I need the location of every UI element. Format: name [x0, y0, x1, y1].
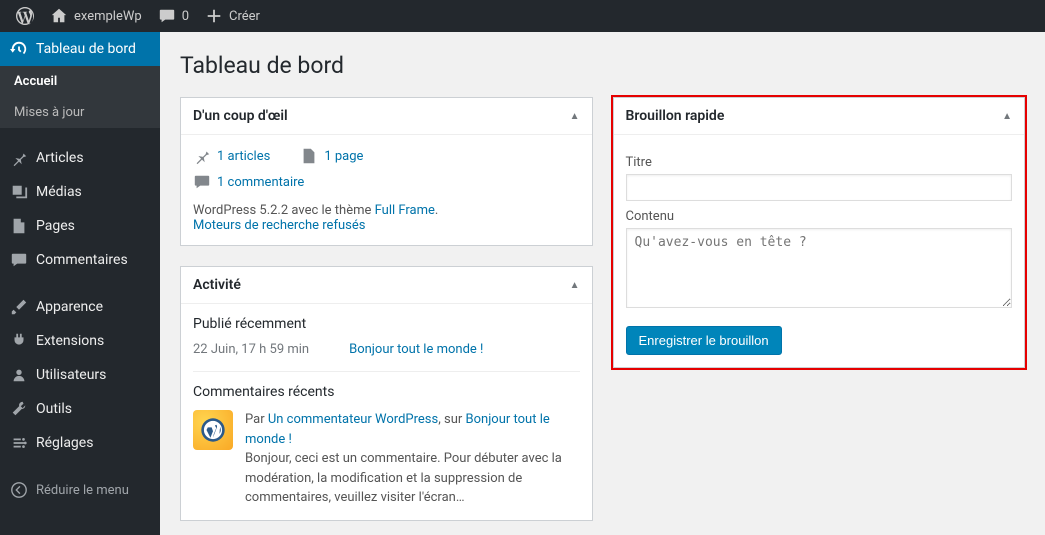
draft-content-label: Contenu: [626, 209, 1013, 224]
avatar: [193, 410, 233, 450]
comments-link[interactable]: 0: [150, 0, 197, 32]
comment-author[interactable]: Un commentateur WordPress: [268, 412, 438, 427]
sidebar-item-updates[interactable]: Mises à jour: [0, 97, 160, 128]
comment-icon: [10, 251, 28, 269]
brush-icon: [10, 298, 28, 316]
sidebar-item-tools[interactable]: Outils: [0, 392, 160, 426]
main-content: Tableau de bord D'un coup d'œil ▲ 1 arti…: [160, 32, 1045, 535]
site-link[interactable]: exempleWp: [42, 0, 150, 32]
draft-content-input[interactable]: [626, 228, 1013, 308]
glance-posts-link[interactable]: 1 articles: [217, 149, 270, 164]
plus-icon: [205, 7, 223, 25]
comments-count: 0: [182, 9, 189, 24]
draft-title-input[interactable]: [626, 174, 1013, 201]
plugin-icon: [10, 332, 28, 350]
save-draft-button[interactable]: Enregistrer le brouillon: [626, 326, 782, 355]
widget-glance: D'un coup d'œil ▲ 1 articles 1 page: [180, 97, 593, 246]
sidebar-item-comments[interactable]: Commentaires: [0, 243, 160, 277]
activity-recent-date: 22 Juin, 17 h 59 min: [193, 342, 309, 357]
comment-item: Par Un commentateur WordPress, sur Bonjo…: [193, 410, 580, 508]
activity-recent-post[interactable]: Bonjour tout le monde !: [349, 342, 483, 357]
comment-text: Bonjour, ceci est un commentaire. Pour d…: [245, 451, 562, 505]
admin-toolbar: exempleWp 0 Créer: [0, 0, 1045, 32]
pin-icon: [10, 149, 28, 167]
theme-link[interactable]: Full Frame: [375, 203, 435, 218]
glance-pages-link[interactable]: 1 page: [324, 149, 363, 164]
page-icon: [300, 147, 318, 165]
site-name: exempleWp: [74, 9, 142, 24]
widget-activity: Activité ▲ Publié récemment 22 Juin, 17 …: [180, 266, 593, 521]
page-title: Tableau de bord: [180, 52, 1025, 79]
toggle-icon[interactable]: ▲: [570, 111, 580, 122]
comment-icon: [158, 7, 176, 25]
widget-activity-header[interactable]: Activité ▲: [181, 267, 592, 304]
comment-icon: [193, 173, 211, 191]
wordpress-icon: [200, 417, 226, 443]
page-icon: [10, 217, 28, 235]
toggle-icon[interactable]: ▲: [1002, 111, 1012, 122]
media-icon: [10, 183, 28, 201]
tools-icon: [10, 400, 28, 418]
activity-recent-title: Publié récemment: [193, 316, 580, 332]
wp-logo[interactable]: [8, 0, 42, 32]
sidebar-item-appearance[interactable]: Apparence: [0, 290, 160, 324]
create-label: Créer: [229, 9, 260, 24]
pin-icon: [193, 147, 211, 165]
users-icon: [10, 366, 28, 384]
draft-title-label: Titre: [626, 155, 1013, 170]
toggle-icon[interactable]: ▲: [570, 280, 580, 291]
sidebar-collapse[interactable]: Réduire le menu: [0, 473, 160, 507]
glance-comments-link[interactable]: 1 commentaire: [217, 175, 304, 190]
admin-sidebar: Tableau de bord Accueil Mises à jour Art…: [0, 32, 160, 535]
sidebar-item-posts[interactable]: Articles: [0, 141, 160, 175]
settings-icon: [10, 434, 28, 452]
dashboard-icon: [10, 40, 28, 58]
glance-version: WordPress 5.2.2 avec le thème Full Frame…: [193, 203, 580, 218]
sidebar-item-plugins[interactable]: Extensions: [0, 324, 160, 358]
sidebar-item-dashboard[interactable]: Tableau de bord: [0, 32, 160, 66]
widget-draft-header[interactable]: Brouillon rapide ▲: [614, 98, 1025, 135]
sidebar-item-home[interactable]: Accueil: [0, 66, 160, 97]
widget-glance-header[interactable]: D'un coup d'œil ▲: [181, 98, 592, 135]
sidebar-item-users[interactable]: Utilisateurs: [0, 358, 160, 392]
activity-comments-title: Commentaires récents: [193, 384, 580, 400]
wordpress-icon: [16, 7, 34, 25]
collapse-icon: [10, 481, 28, 499]
create-link[interactable]: Créer: [197, 0, 268, 32]
sidebar-item-media[interactable]: Médias: [0, 175, 160, 209]
home-icon: [50, 7, 68, 25]
sidebar-item-settings[interactable]: Réglages: [0, 426, 160, 460]
widget-quick-draft: Brouillon rapide ▲ Titre Contenu Enregis…: [613, 97, 1026, 368]
search-engines-link[interactable]: Moteurs de recherche refusés: [193, 218, 365, 233]
sidebar-item-pages[interactable]: Pages: [0, 209, 160, 243]
